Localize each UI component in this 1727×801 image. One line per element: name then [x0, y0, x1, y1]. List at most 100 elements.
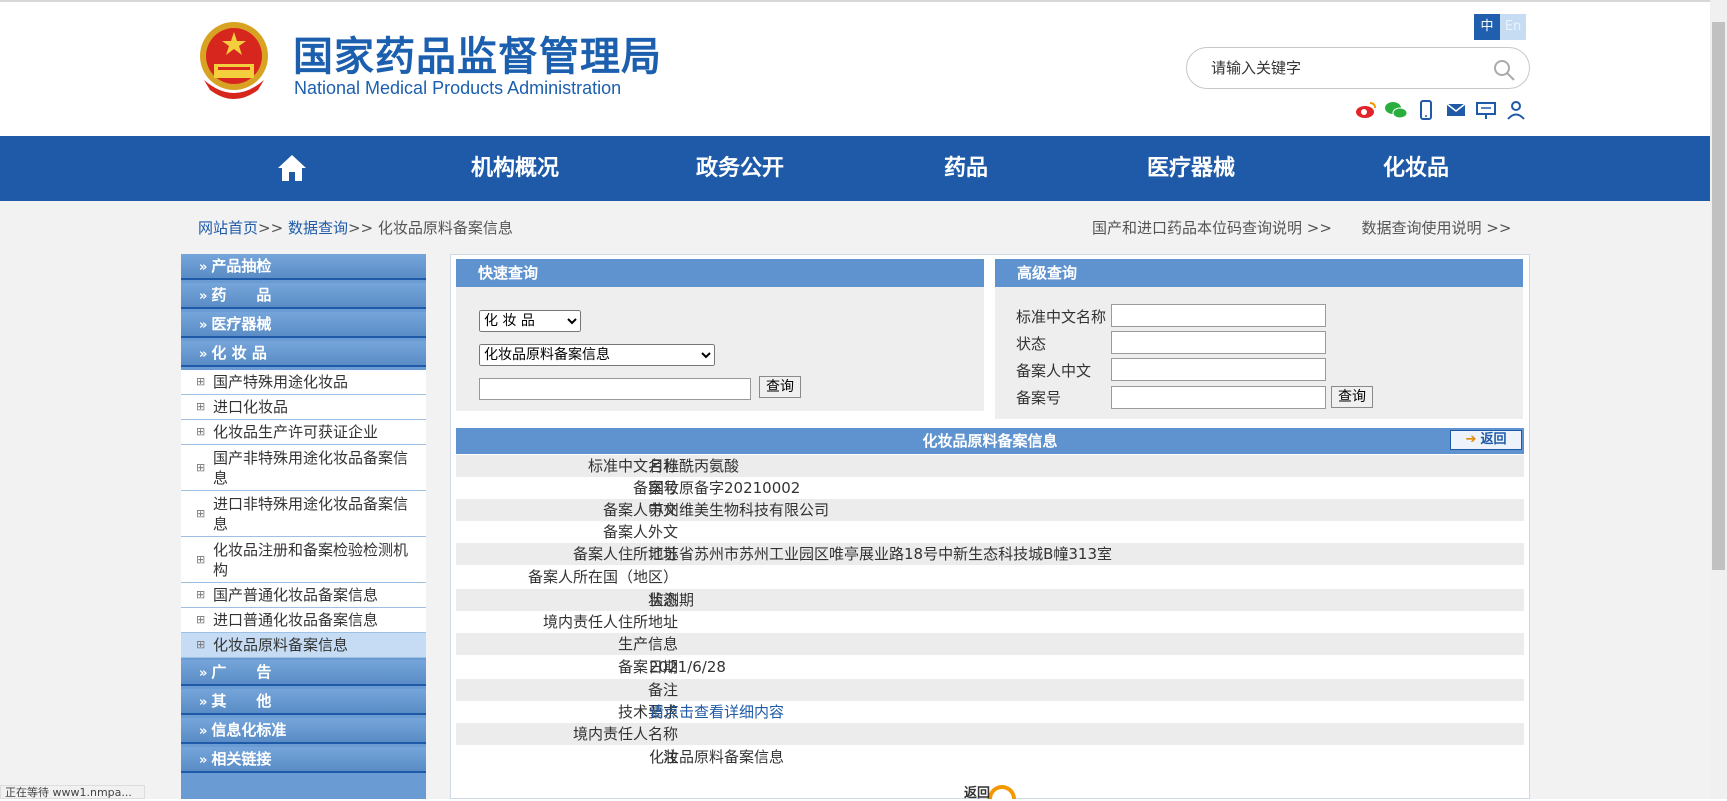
tech-requirements-link[interactable]: 请点击查看详细内容	[649, 701, 784, 723]
nav-item-devices[interactable]: 医疗器械	[1147, 136, 1235, 201]
browser-status-bar: 正在等待 www1.nmpa...	[0, 785, 145, 799]
nav-item-cosmetics[interactable]: 化妆品	[1383, 136, 1449, 201]
return-button[interactable]: ➔ 返回	[1450, 430, 1522, 450]
double-chevron-icon: »	[199, 724, 208, 739]
link-suffix: >>	[1306, 219, 1332, 237]
advanced-query-button[interactable]: 查询	[1331, 386, 1373, 408]
sidebar-item-raw-materials[interactable]: ⊞ 化妆品原料备案信息	[181, 633, 426, 658]
nav-item-drugs[interactable]: 药品	[944, 136, 988, 201]
sidebar-cat-label: 化 妆 品	[211, 344, 267, 362]
sidebar-cat-ads[interactable]: » 广 告	[181, 660, 426, 686]
sidebar-item-label: 进口普通化妆品备案信息	[213, 611, 379, 629]
sidebar-item-testing-institutions[interactable]: ⊞ 化妆品注册和备案检验检测机构	[181, 537, 426, 583]
site-search	[1186, 47, 1530, 89]
site-title-cn: 国家药品监督管理局	[293, 34, 662, 80]
nav-item-about[interactable]: 机构概况	[471, 136, 559, 201]
sidebar-item-imported-general[interactable]: ⊞ 进口普通化妆品备案信息	[181, 608, 426, 633]
bottom-return-button[interactable]: 返回	[958, 774, 1016, 801]
sidebar-item-label: 国产非特殊用途化妆品备案信息	[213, 448, 409, 487]
detail-value: 监测期	[649, 591, 695, 609]
sidebar-item-domestic-general[interactable]: ⊞ 国产普通化妆品备案信息	[181, 583, 426, 608]
link-suffix: >>	[1486, 219, 1512, 237]
breadcrumb-current: 化妆品原料备案信息	[377, 219, 513, 237]
sidebar: » 产品抽检 » 药 品 » 医疗器械 » 化 妆 品 ⊞ 国产特殊用途化妆品 ⊞ 进口化妆…	[181, 254, 426, 799]
sidebar-cat-label: 药 品	[211, 286, 272, 304]
double-chevron-icon: »	[199, 289, 208, 304]
breadcrumb-home-link[interactable]: 网站首页	[198, 219, 258, 237]
lang-zh-button[interactable]: 中	[1474, 14, 1500, 40]
sidebar-cat-links[interactable]: » 相关链接	[181, 747, 426, 773]
detail-row: 注化妆品原料备案信息	[456, 746, 1524, 768]
detail-row: 备案人所在国（地区）	[456, 566, 1524, 588]
detail-value: 化妆品原料备案信息	[649, 748, 785, 766]
adv-label-status: 状态	[1016, 335, 1047, 353]
detail-label: 境内责任人名称	[572, 725, 678, 743]
sidebar-item-label: 进口化妆品	[213, 398, 289, 416]
detail-title: 化妆品原料备案信息	[456, 428, 1524, 454]
user-icon[interactable]	[1504, 98, 1528, 122]
sidebar-item-domestic-nonspecial[interactable]: ⊞ 国产非特殊用途化妆品备案信息	[181, 445, 426, 491]
detail-row: 备案人中文 苏州维美生物科技有限公司	[456, 499, 1524, 521]
adv-label-number: 备案号	[1016, 389, 1062, 407]
detail-row: 备案人住所地址 江苏省苏州市苏州工业园区唯亭展业路18号中新生态科技城B幢313室	[456, 543, 1524, 565]
detail-row: 状态 监测期	[456, 589, 1524, 611]
adv-status-input[interactable]	[1111, 331, 1326, 354]
message-icon[interactable]	[1474, 98, 1498, 122]
breadcrumb-data-query-link[interactable]: 数据查询	[288, 219, 348, 237]
wechat-icon[interactable]	[1384, 98, 1408, 122]
adv-filer-input[interactable]	[1111, 358, 1326, 381]
site-header: 国家药品监督管理局 National Medical Products Admi…	[0, 0, 1710, 136]
detail-label: 境内责任人住所地址	[542, 613, 678, 631]
type-select[interactable]: 化妆品原料备案信息	[479, 344, 715, 366]
sidebar-cat-sampling[interactable]: » 产品抽检	[181, 254, 426, 280]
adv-number-input[interactable]	[1111, 386, 1326, 409]
expand-icon: ⊞	[196, 613, 206, 626]
sidebar-cat-drugs[interactable]: » 药 品	[181, 283, 426, 309]
sidebar-cat-label: 医疗器械	[211, 315, 272, 333]
sidebar-cat-standards[interactable]: » 信息化标准	[181, 718, 426, 744]
detail-label: 备注	[647, 681, 678, 699]
sidebar-cat-others[interactable]: » 其 他	[181, 689, 426, 715]
scrollbar-thumb[interactable]	[1712, 22, 1725, 570]
home-icon[interactable]	[277, 153, 307, 183]
sidebar-cat-label: 产品抽检	[211, 257, 272, 275]
sidebar-item-label: 进口非特殊用途化妆品备案信息	[213, 494, 409, 533]
adv-label-name: 标准中文名称	[1016, 308, 1107, 326]
mail-icon[interactable]	[1444, 98, 1468, 122]
drug-code-help-link[interactable]: 国产和进口药品本位码查询说明	[1092, 219, 1302, 237]
detail-label: 生产信息	[617, 635, 678, 653]
sidebar-item-imported[interactable]: ⊞ 进口化妆品	[181, 395, 426, 420]
lang-en-button[interactable]: En	[1500, 14, 1526, 40]
sidebar-item-production-license[interactable]: ⊞ 化妆品生产许可获证企业	[181, 420, 426, 445]
adv-name-input[interactable]	[1111, 304, 1326, 327]
sidebar-cat-devices[interactable]: » 医疗器械	[181, 312, 426, 338]
nav-item-government[interactable]: 政务公开	[696, 136, 784, 201]
sidebar-item-imported-nonspecial[interactable]: ⊞ 进口非特殊用途化妆品备案信息	[181, 491, 426, 537]
sidebar-cat-cosmetics[interactable]: » 化 妆 品	[181, 341, 426, 367]
category-select[interactable]: 化 妆 品	[479, 310, 581, 332]
language-switch: 中 En	[1474, 14, 1526, 40]
detail-row: 生产信息	[456, 633, 1524, 655]
detail-value: 2021/6/28	[649, 658, 726, 676]
quick-search-input[interactable]	[479, 378, 751, 400]
data-query-help-link[interactable]: 数据查询使用说明	[1362, 219, 1482, 237]
double-chevron-icon: »	[199, 695, 208, 710]
expand-icon: ⊞	[196, 552, 206, 566]
detail-label: 备案人外文	[602, 523, 678, 541]
mobile-icon[interactable]	[1414, 98, 1438, 122]
quick-query-button[interactable]: 查询	[759, 376, 801, 398]
detail-row: 备案人外文	[456, 521, 1524, 543]
weibo-icon[interactable]	[1354, 98, 1378, 122]
detail-row: 技术要求 请点击查看详细内容	[456, 701, 1524, 723]
expand-icon: ⊞	[196, 425, 206, 438]
expand-icon: ⊞	[196, 638, 206, 651]
detail-row: 境内责任人住所地址	[456, 611, 1524, 633]
expand-icon: ⊞	[196, 460, 206, 474]
main-nav: 机构概况 政务公开 药品 医疗器械 化妆品	[0, 136, 1710, 201]
bottom-return-label: 返回	[964, 786, 991, 801]
search-input[interactable]	[1209, 57, 1479, 79]
sidebar-item-domestic-special[interactable]: ⊞ 国产特殊用途化妆品	[181, 370, 426, 395]
search-icon[interactable]	[1492, 58, 1516, 82]
national-emblem-icon	[200, 22, 268, 99]
expand-icon: ⊞	[196, 588, 206, 601]
